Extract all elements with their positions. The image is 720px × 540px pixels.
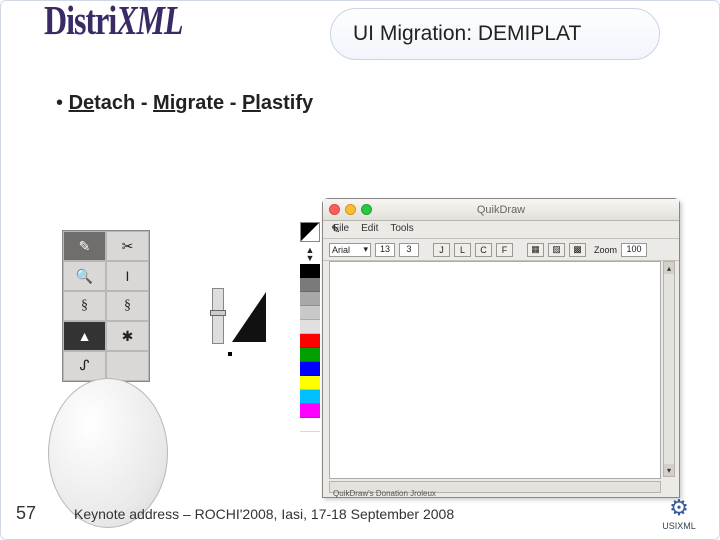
titlebar[interactable]: QuikDraw — [323, 199, 679, 221]
size-track — [212, 288, 224, 344]
bullet-demiplat: • Detach - Migrate - Plastify — [56, 92, 313, 115]
tool-empty[interactable] — [106, 351, 149, 381]
menu-tools[interactable]: Tools — [390, 223, 413, 236]
font-dropdown[interactable]: Arial▾ — [329, 243, 371, 257]
close-icon[interactable] — [329, 204, 340, 215]
color-swatch-9[interactable] — [300, 390, 320, 404]
tool-fill[interactable]: ▲ — [63, 321, 106, 351]
status-text: QuikDraw's Donation Jroleux — [333, 489, 436, 498]
color-swatch-1[interactable] — [300, 278, 320, 292]
pattern-2-button[interactable]: ▨ — [548, 243, 565, 257]
gear-icon: ⚙ — [669, 495, 689, 521]
color-swatch-2[interactable] — [300, 292, 320, 306]
drawing-canvas[interactable] — [329, 261, 661, 479]
tool-palette: ✎ ✂ 🔍 I § § ▲ ✱ ᔑ — [62, 230, 150, 382]
line-width-field[interactable]: 3 — [399, 243, 419, 257]
pattern-1-button[interactable]: ▦ — [527, 243, 544, 257]
scroll-down-icon[interactable]: ▾ — [664, 464, 674, 476]
quickdraw-window: QuikDraw ✎ File Edit Tools Arial▾ 13 3 J… — [322, 198, 680, 498]
tool-zoom[interactable]: 🔍 — [63, 261, 106, 291]
color-swatch-7[interactable] — [300, 362, 320, 376]
color-swatch-4[interactable] — [300, 320, 320, 334]
fg-bg-swatch[interactable] — [300, 222, 320, 242]
style-j-button[interactable]: J — [433, 243, 450, 257]
tool-pencil[interactable]: ✎ — [63, 231, 106, 261]
size-wedge-icon — [232, 292, 266, 342]
menu-edit[interactable]: Edit — [361, 223, 378, 236]
page-number: 57 — [16, 503, 36, 524]
tool-curve[interactable]: ᔑ — [63, 351, 106, 381]
brand-logo: DistriXML — [44, 0, 183, 45]
color-swatch-column: ▲▼ — [300, 222, 320, 432]
zoom-field[interactable]: 100 — [621, 243, 647, 257]
size-slider-widget — [200, 288, 270, 358]
vertical-scrollbar[interactable]: ▴ ▾ — [663, 261, 675, 477]
font-size-field[interactable]: 13 — [375, 243, 395, 257]
color-swatch-10[interactable] — [300, 404, 320, 418]
color-swatch-6[interactable] — [300, 348, 320, 362]
style-l-button[interactable]: L — [454, 243, 471, 257]
menubar: File Edit Tools — [323, 221, 679, 239]
toolbar: Arial▾ 13 3 J L C F ▦ ▨ ▩ Zoom 100 — [323, 239, 679, 261]
window-title: QuikDraw — [323, 204, 679, 216]
tool-scissors[interactable]: ✂ — [106, 231, 149, 261]
color-swatch-3[interactable] — [300, 306, 320, 320]
zoom-label: Zoom — [594, 245, 617, 255]
color-swatch-5[interactable] — [300, 334, 320, 348]
footer-text: Keynote address – ROCHI'2008, Iasi, 17-1… — [74, 506, 454, 522]
slide-title: UI Migration: DEMIPLAT — [330, 8, 660, 60]
chevron-down-icon: ▾ — [363, 244, 368, 255]
size-dot-icon — [228, 352, 232, 356]
pencil-icon: ✎ — [331, 223, 340, 236]
tool-star[interactable]: ✱ — [106, 321, 149, 351]
scroll-up-icon[interactable]: ▴ — [664, 262, 674, 274]
color-swatch-11[interactable] — [300, 418, 320, 432]
color-swatch-8[interactable] — [300, 376, 320, 390]
tool-text[interactable]: I — [106, 261, 149, 291]
swatch-arrows-icon: ▲▼ — [300, 246, 320, 262]
minimize-icon[interactable] — [345, 204, 356, 215]
footer-logo: ⚙ USIXML — [644, 494, 714, 532]
pattern-3-button[interactable]: ▩ — [569, 243, 586, 257]
tool-freehand-a[interactable]: § — [63, 291, 106, 321]
color-swatch-0[interactable] — [300, 264, 320, 278]
size-handle[interactable] — [210, 310, 226, 316]
style-f-button[interactable]: F — [496, 243, 513, 257]
tool-freehand-b[interactable]: § — [106, 291, 149, 321]
zoom-window-icon[interactable] — [361, 204, 372, 215]
style-c-button[interactable]: C — [475, 243, 492, 257]
